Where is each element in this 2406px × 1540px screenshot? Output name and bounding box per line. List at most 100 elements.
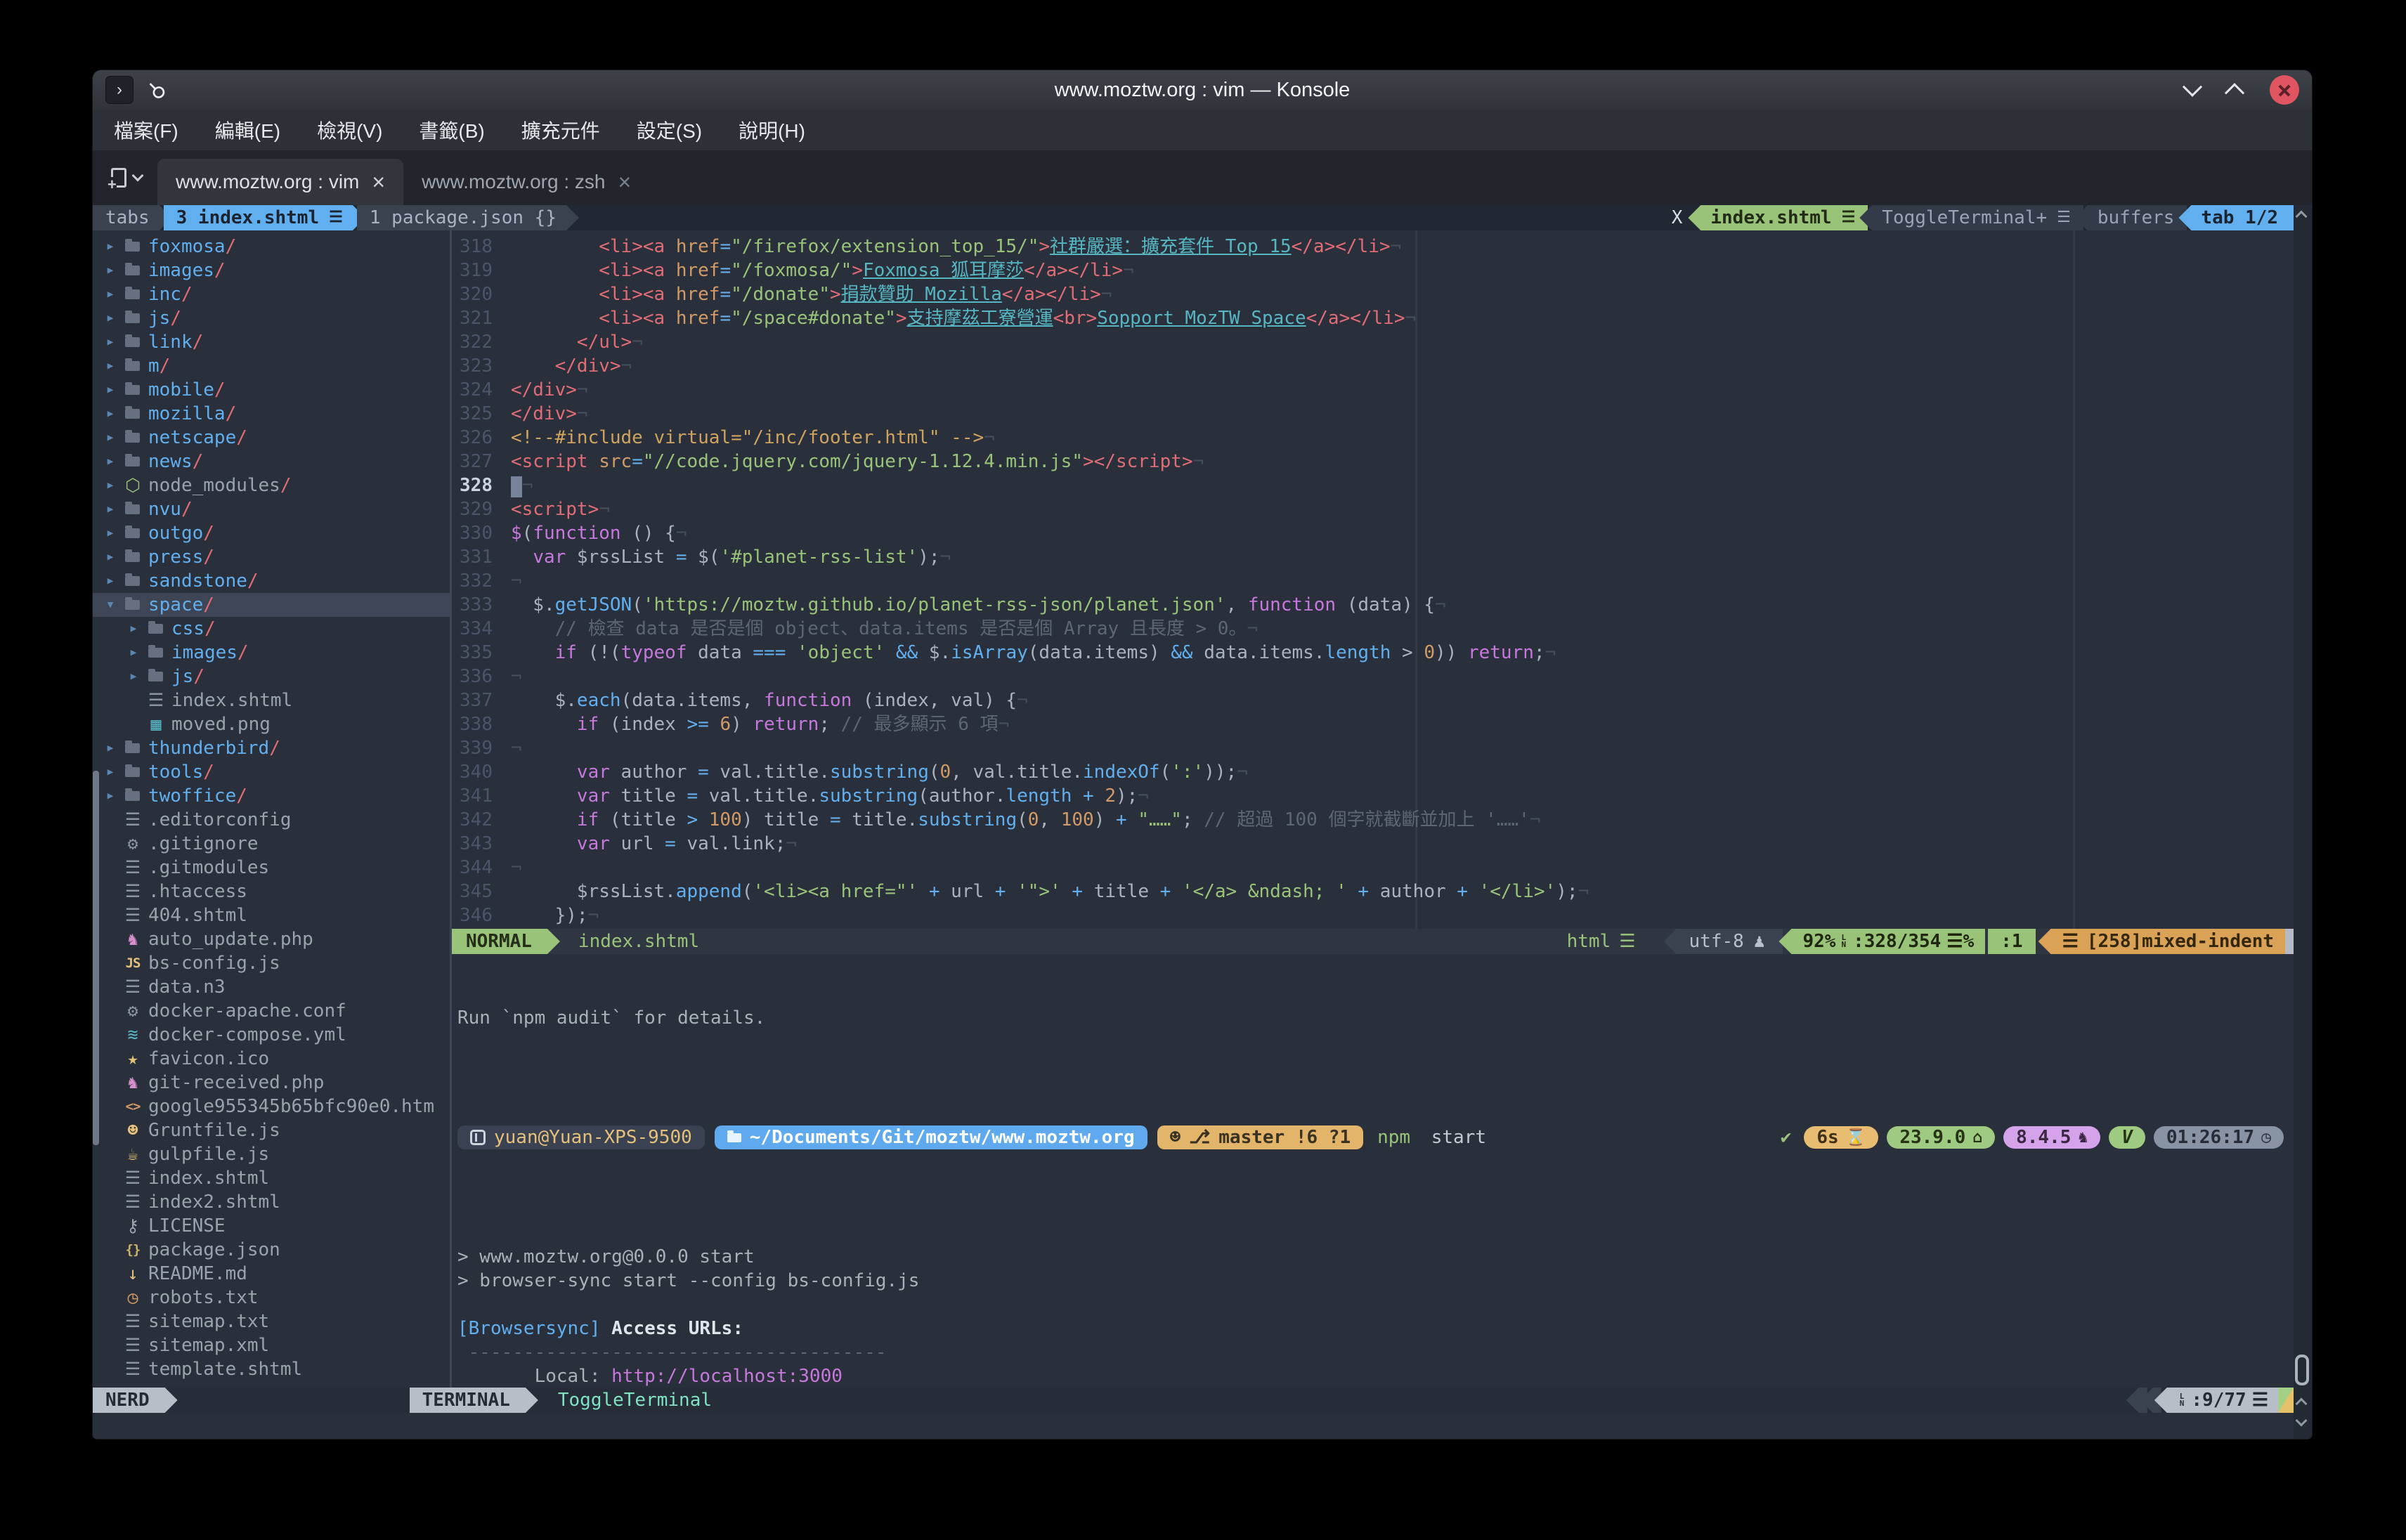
tree-item[interactable]: ▸nvu/ bbox=[93, 497, 450, 521]
tabline-segment[interactable]: ToggleTerminal+☰ bbox=[1859, 205, 2083, 230]
tabline-segment[interactable]: 1 package.json {} bbox=[357, 205, 579, 230]
vim-tabline: tabs3 index.shtml☰1 package.json {} Xind… bbox=[93, 205, 2294, 230]
tree-item[interactable]: ☰data.n3 bbox=[93, 975, 450, 999]
file-tree[interactable]: ▸foxmosa/▸images/▸inc/▸js/▸link/▸m/▸mobi… bbox=[93, 230, 450, 1388]
new-tab-button[interactable] bbox=[93, 150, 157, 205]
scroll-up-icon[interactable] bbox=[2296, 211, 2308, 223]
color-column-80 bbox=[1415, 230, 1417, 929]
terminal-line bbox=[457, 1221, 2294, 1245]
konsole-tab[interactable]: www.moztw.org : vim× bbox=[157, 159, 403, 205]
tree-item[interactable]: ↓README.md bbox=[93, 1262, 450, 1286]
tree-item[interactable]: ≋docker-compose.yml bbox=[93, 1023, 450, 1047]
tree-item[interactable]: ▸mozilla/ bbox=[93, 402, 450, 426]
menu-item[interactable]: 檢視(V) bbox=[317, 116, 382, 144]
tree-scrollbar-thumb[interactable] bbox=[93, 771, 99, 1145]
tree-item[interactable]: ▸link/ bbox=[93, 330, 450, 354]
php-icon: ♞ bbox=[2078, 1125, 2088, 1149]
terminal-view[interactable]: tabs3 index.shtml☰1 package.json {} Xind… bbox=[93, 205, 2312, 1439]
tree-item[interactable]: ▸sandstone/ bbox=[93, 569, 450, 593]
scrollbar-thumb[interactable] bbox=[2295, 1355, 2309, 1385]
minimize-button[interactable] bbox=[2183, 77, 2202, 97]
tree-item[interactable]: ▸thunderbird/ bbox=[93, 736, 450, 760]
tree-item[interactable]: ♞auto_update.php bbox=[93, 927, 450, 951]
git-segment: ☻ ⎇ master !6 ?1 bbox=[1157, 1125, 1363, 1149]
tree-item[interactable]: ☰index2.shtml bbox=[93, 1190, 450, 1214]
tree-item[interactable]: ▸images/ bbox=[93, 259, 450, 282]
tree-item[interactable]: ☰index.shtml bbox=[93, 1166, 450, 1190]
konsole-tab[interactable]: www.moztw.org : zsh× bbox=[403, 159, 649, 205]
tree-item[interactable]: ▸m/ bbox=[93, 354, 450, 378]
vim-statusline: NORMAL index.shtml html ☰ utf-8 ♟ 92% LN… bbox=[452, 929, 2294, 954]
maximize-button[interactable] bbox=[2225, 83, 2244, 103]
tree-item[interactable]: ▦moved.png bbox=[93, 712, 450, 736]
tree-item[interactable]: ☻Gruntfile.js bbox=[93, 1118, 450, 1142]
tree-item[interactable]: ▸⬡node_modules/ bbox=[93, 474, 450, 497]
nerdtree-badge: NERD bbox=[93, 1388, 178, 1413]
folder-icon bbox=[125, 266, 140, 275]
tree-item[interactable]: ☰sitemap.xml bbox=[93, 1333, 450, 1357]
tree-item[interactable]: <>google955345b65bfc90e0.htm bbox=[93, 1095, 450, 1118]
tree-item[interactable]: ⚙docker-apache.conf bbox=[93, 999, 450, 1023]
tree-item[interactable]: ☰index.shtml bbox=[93, 689, 450, 712]
column-indicator: :1 bbox=[1988, 929, 2035, 954]
url-link[interactable]: http://localhost:3000 bbox=[611, 1366, 843, 1387]
vim-command-line bbox=[93, 1413, 2294, 1439]
scrollbar[interactable] bbox=[2294, 205, 2312, 1439]
chevron-down-icon[interactable] bbox=[132, 170, 144, 182]
tree-item[interactable]: ▸outgo/ bbox=[93, 521, 450, 545]
menu-item[interactable]: 書籤(B) bbox=[419, 116, 484, 144]
menu-item[interactable]: 編輯(E) bbox=[215, 116, 280, 144]
tree-item[interactable]: ☰.htaccess bbox=[93, 880, 450, 903]
menu-item[interactable]: 說明(H) bbox=[739, 116, 805, 144]
tree-item[interactable]: ▸tools/ bbox=[93, 760, 450, 784]
tree-item[interactable]: ☕gulpfile.js bbox=[93, 1142, 450, 1166]
tree-item[interactable]: ☰.gitmodules bbox=[93, 856, 450, 880]
tabline-segment[interactable]: buffers bbox=[2075, 205, 2187, 230]
tree-item[interactable]: ☰.editorconfig bbox=[93, 808, 450, 832]
tree-item[interactable]: ▸netscape/ bbox=[93, 426, 450, 450]
tree-item[interactable]: JSbs-config.js bbox=[93, 951, 450, 975]
folder-icon bbox=[125, 576, 140, 586]
tree-item[interactable]: ▾space/ bbox=[93, 593, 450, 617]
tabline-segment[interactable]: tabs bbox=[93, 205, 172, 230]
tree-item[interactable]: ▸js/ bbox=[93, 306, 450, 330]
tree-item[interactable]: ☰template.shtml bbox=[93, 1357, 450, 1381]
tab-close-icon[interactable]: × bbox=[618, 169, 631, 195]
tree-item[interactable]: ▸images/ bbox=[93, 641, 450, 665]
menu-item[interactable]: 設定(S) bbox=[637, 116, 702, 144]
tree-item[interactable]: ▸inc/ bbox=[93, 282, 450, 306]
tree-item[interactable]: ♞git-received.php bbox=[93, 1071, 450, 1095]
tabline-segment[interactable]: 3 index.shtml☰ bbox=[164, 205, 365, 230]
pin-icon[interactable]: ⚲ bbox=[143, 76, 171, 104]
tabline-segment[interactable]: tab 1/2 bbox=[2178, 205, 2294, 230]
tree-item[interactable]: ☰sitemap.txt bbox=[93, 1310, 450, 1333]
tabline-segment[interactable]: index.shtml☰ bbox=[1688, 205, 1868, 230]
tree-item[interactable]: ▸foxmosa/ bbox=[93, 235, 450, 259]
menu-item[interactable]: 擴充元件 bbox=[521, 116, 600, 144]
close-button[interactable] bbox=[2270, 75, 2299, 105]
tree-item[interactable]: ◷robots.txt bbox=[93, 1286, 450, 1310]
tree-item[interactable]: ▸twoffice/ bbox=[93, 784, 450, 808]
tree-item[interactable]: ▸mobile/ bbox=[93, 378, 450, 402]
tree-item[interactable]: ▸css/ bbox=[93, 617, 450, 641]
tree-item[interactable]: ☰404.shtml bbox=[93, 903, 450, 927]
title-bar[interactable]: › ⚲ www.moztw.org : vim — Konsole bbox=[93, 70, 2312, 110]
tree-item[interactable]: ▸js/ bbox=[93, 665, 450, 689]
tree-item[interactable]: ⚷LICENSE bbox=[93, 1214, 450, 1238]
folder-icon bbox=[125, 600, 140, 610]
scroll-up-icon[interactable] bbox=[2296, 1398, 2308, 1410]
tree-item[interactable]: ▸press/ bbox=[93, 545, 450, 569]
tree-item[interactable]: ⚙.gitignore bbox=[93, 832, 450, 856]
scroll-down-icon[interactable] bbox=[2296, 1415, 2308, 1427]
gulp-icon: ☕ bbox=[122, 1142, 143, 1166]
toggle-terminal-label[interactable]: ToggleTerminal bbox=[558, 1388, 712, 1412]
git-status: master !6 ?1 bbox=[1218, 1125, 1351, 1149]
tree-item[interactable]: ▸news/ bbox=[93, 450, 450, 474]
bottom-statusline: NERD TERMINAL ToggleTerminal LN :9/77 ☰ bbox=[93, 1388, 2294, 1413]
tree-item[interactable]: {}package.json bbox=[93, 1238, 450, 1262]
tree-item[interactable]: ★favicon.ico bbox=[93, 1047, 450, 1071]
menu-item[interactable]: 檔案(F) bbox=[114, 116, 178, 144]
code-pane[interactable]: 318 <li><a href="/firefox/extension_top_… bbox=[452, 230, 2294, 929]
tab-close-icon[interactable]: × bbox=[372, 169, 385, 195]
file-icon: ☰ bbox=[122, 1333, 143, 1357]
